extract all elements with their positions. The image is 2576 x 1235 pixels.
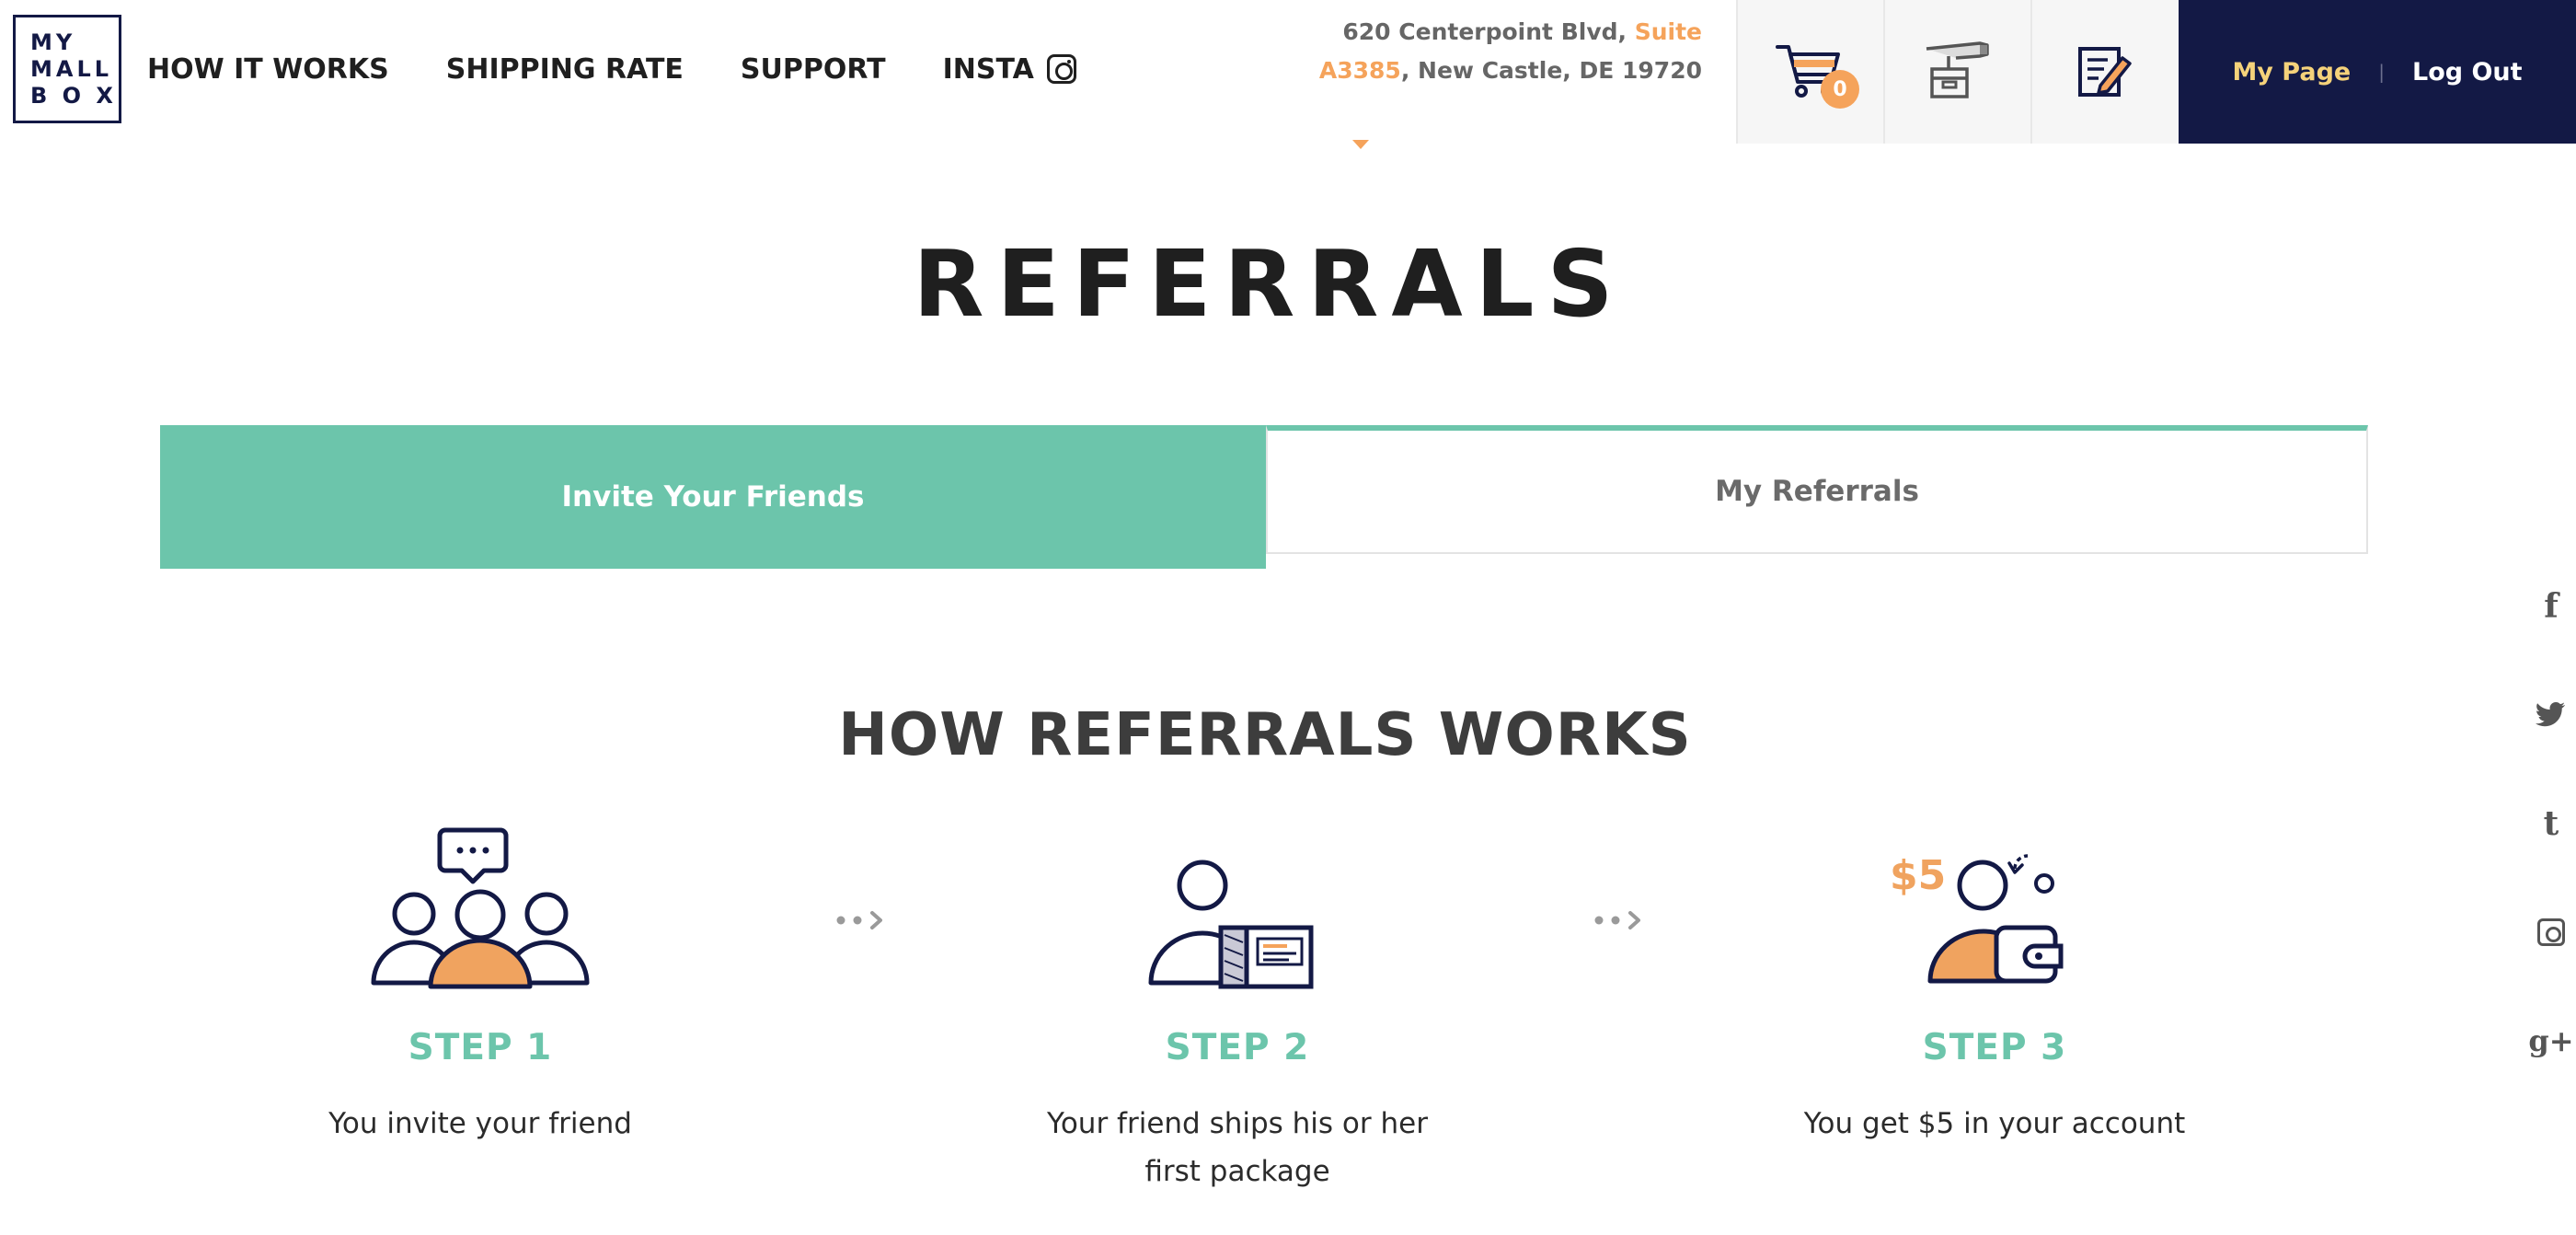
address-caret-icon[interactable] [1352, 140, 1369, 149]
step-2-desc-line-2: first package [1144, 1155, 1330, 1188]
cart-button[interactable]: 0 [1736, 0, 1883, 144]
step-2-desc-line-1: Your friend ships his or her [1047, 1107, 1428, 1140]
tab-invite-friends[interactable]: Invite Your Friends [160, 425, 1266, 569]
warehouse-address: 620 Centerpoint Blvd, Suite A3385, New C… [1288, 13, 1702, 90]
ship-package-button[interactable] [1883, 0, 2030, 144]
tab-my-referrals[interactable]: My Referrals [1266, 425, 2368, 554]
person-wallet-icon: $5 [1890, 852, 2064, 984]
address-city: , New Castle, DE 19720 [1400, 57, 1702, 84]
section-title: HOW REFERRALS WORKS [838, 701, 1692, 769]
page-title: REFERRALS [913, 230, 1627, 338]
social-share-bar: f t g+ [2528, 552, 2574, 1095]
facebook-icon: f [2544, 587, 2559, 626]
step-1: STEP 1 You invite your friend [223, 819, 738, 1148]
logo-line-2: MALL [30, 55, 113, 82]
mymallbox-logo[interactable]: MY MALL B O X [13, 15, 121, 123]
nav-insta[interactable]: INSTA [943, 53, 1076, 86]
google-plus-share-button[interactable]: g+ [2528, 987, 2574, 1095]
nav-shipping-rate[interactable]: SHIPPING RATE [446, 53, 684, 86]
step-2-description: Your friend ships his or her first packa… [980, 1100, 1495, 1195]
instagram-icon [2537, 918, 2565, 946]
step-3-desc-line-1: You get $5 in your account [1803, 1107, 2186, 1140]
address-suite-number: A3385 [1318, 57, 1401, 84]
nav-insta-label: INSTA [942, 52, 1034, 86]
step-2: STEP 2 Your friend ships his or her firs… [980, 819, 1495, 1195]
nav-support[interactable]: SUPPORT [741, 53, 886, 86]
instagram-icon [1046, 54, 1076, 84]
person-package-icon [1148, 860, 1314, 989]
nav-how-it-works[interactable]: HOW IT WORKS [147, 53, 389, 86]
cart-count-badge: 0 [1821, 70, 1859, 109]
step-1-desc-line-1: You invite your friend [328, 1107, 632, 1140]
twitter-icon [2536, 702, 2565, 727]
my-page-link[interactable]: My Page [2232, 58, 2351, 87]
facebook-share-button[interactable]: f [2528, 552, 2574, 661]
step-arrow-icon [836, 911, 882, 929]
step-1-description: You invite your friend [223, 1100, 738, 1148]
main-nav: HOW IT WORKS SHIPPING RATE SUPPORT INSTA [147, 0, 1133, 138]
account-separator: | [2378, 61, 2385, 83]
address-street: 620 Centerpoint Blvd, [1342, 18, 1635, 45]
tumblr-icon: t [2543, 804, 2559, 843]
form-edit-button[interactable] [2030, 0, 2178, 144]
step-1-label: STEP 1 [408, 1027, 553, 1068]
step-arrow-icon [1594, 911, 1640, 929]
site-header: MY MALL B O X HOW IT WORKS SHIPPING RATE… [0, 0, 2576, 149]
logo-line-3: B O X [30, 82, 117, 109]
step-2-label: STEP 2 [1165, 1027, 1310, 1068]
step-3: $5 STEP 3 You get $5 in your account [1737, 819, 2252, 1148]
logout-link[interactable]: Log Out [2412, 58, 2523, 87]
tumblr-share-button[interactable]: t [2528, 769, 2574, 878]
group-chat-icon [371, 827, 590, 989]
twitter-share-button[interactable] [2528, 661, 2574, 769]
referral-tabs: Invite Your Friends My Referrals [160, 425, 2368, 569]
account-bar: My Page | Log Out [2179, 0, 2576, 144]
five-dollar-badge: $5 [1890, 852, 1946, 899]
logo-line-1: MY [30, 29, 76, 55]
form-edit-icon [2078, 47, 2132, 97]
step-3-label: STEP 3 [1922, 1027, 2067, 1068]
step-3-description: You get $5 in your account [1737, 1100, 2252, 1148]
package-hand-icon [1926, 41, 1989, 98]
address-suite-label: Suite [1634, 18, 1702, 45]
instagram-share-button[interactable] [2528, 878, 2574, 987]
google-plus-icon: g+ [2528, 1023, 2574, 1058]
